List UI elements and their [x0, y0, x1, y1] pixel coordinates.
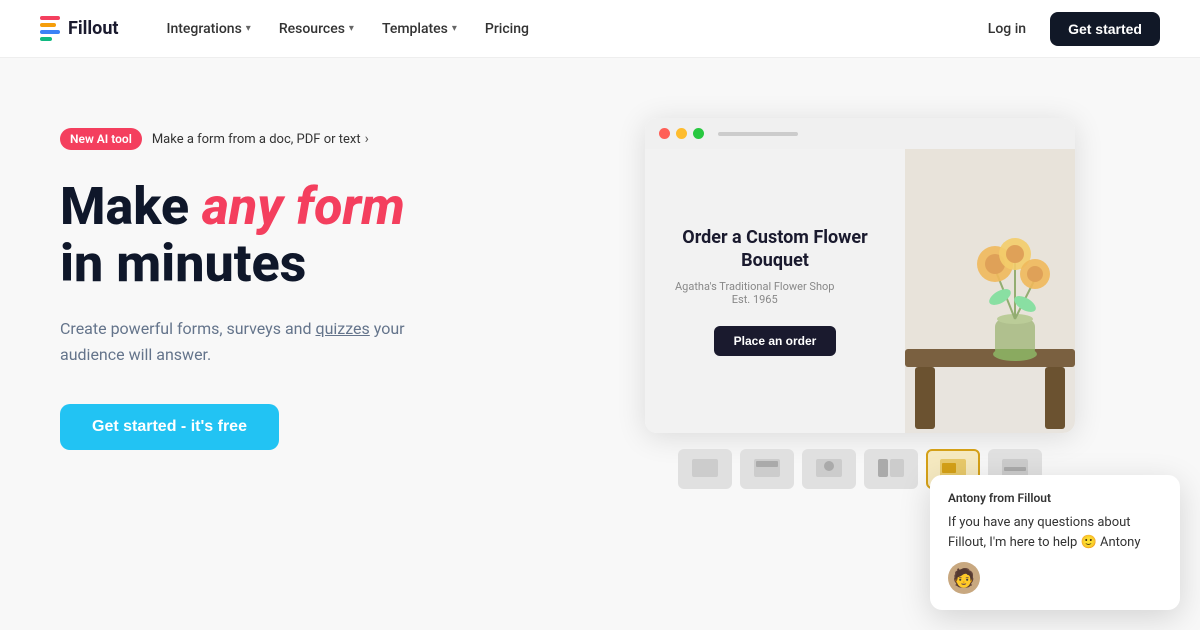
quizzes-link[interactable]: quizzes — [315, 319, 369, 338]
main-wrapper: New AI tool Make a form from a doc, PDF … — [0, 58, 1200, 630]
chat-widget: Antony from Fillout If you have any ques… — [930, 475, 1180, 610]
logo[interactable]: Fillout — [40, 16, 119, 41]
form-content: Order a Custom Flower Bouquet Agatha's T… — [645, 149, 1075, 433]
arrow-right-icon: › — [365, 131, 369, 147]
nav-pricing[interactable]: Pricing — [473, 15, 541, 43]
form-preview-window: Order a Custom Flower Bouquet Agatha's T… — [645, 118, 1075, 433]
thumbnail-4[interactable] — [864, 449, 918, 489]
chat-agent-name: Antony from Fillout — [948, 491, 1162, 505]
ai-badge-row: New AI tool Make a form from a doc, PDF … — [60, 128, 540, 150]
nav-integrations[interactable]: Integrations ▾ — [155, 15, 263, 43]
thumbnail-2[interactable] — [740, 449, 794, 489]
nav-actions: Log in Get started — [976, 12, 1160, 46]
chat-avatar: 🧑 — [948, 562, 980, 594]
window-dot-green — [693, 128, 704, 139]
nav-templates[interactable]: Templates ▾ — [370, 15, 469, 43]
nav-resources[interactable]: Resources ▾ — [267, 15, 366, 43]
hero-right: Order a Custom Flower Bouquet Agatha's T… — [580, 108, 1140, 489]
thumbnail-3[interactable] — [802, 449, 856, 489]
hero-subtext: Create powerful forms, surveys and quizz… — [60, 316, 440, 367]
login-button[interactable]: Log in — [976, 15, 1038, 43]
get-started-nav-button[interactable]: Get started — [1050, 12, 1160, 46]
flower-illustration — [905, 149, 1075, 429]
chevron-down-icon: ▾ — [246, 23, 251, 34]
ai-tool-link[interactable]: Make a form from a doc, PDF or text › — [152, 131, 369, 147]
form-shop-name: Agatha's Traditional Flower Shop Est. 19… — [675, 280, 834, 306]
form-title: Order a Custom Flower Bouquet — [675, 226, 875, 273]
logo-text: Fillout — [68, 18, 119, 39]
form-cta-button[interactable]: Place an order — [714, 326, 837, 356]
hero-headline: Make any formin minutes — [60, 178, 540, 292]
cta-button[interactable]: Get started - it's free — [60, 404, 279, 450]
window-dot-red — [659, 128, 670, 139]
chat-message: If you have any questions about Fillout,… — [948, 513, 1162, 552]
ai-badge: New AI tool — [60, 128, 142, 150]
window-bar — [645, 118, 1075, 149]
window-tab — [718, 132, 798, 136]
form-image-col — [905, 149, 1075, 433]
chevron-down-icon: ▾ — [452, 23, 457, 34]
logo-icon — [40, 16, 60, 41]
thumbnail-1[interactable] — [678, 449, 732, 489]
hero-left: New AI tool Make a form from a doc, PDF … — [60, 108, 540, 450]
window-dot-yellow — [676, 128, 687, 139]
chevron-down-icon: ▾ — [349, 23, 354, 34]
form-text-col: Order a Custom Flower Bouquet Agatha's T… — [645, 149, 905, 433]
navbar: Fillout Integrations ▾ Resources ▾ Templ… — [0, 0, 1200, 58]
nav-links: Integrations ▾ Resources ▾ Templates ▾ P… — [155, 15, 976, 43]
